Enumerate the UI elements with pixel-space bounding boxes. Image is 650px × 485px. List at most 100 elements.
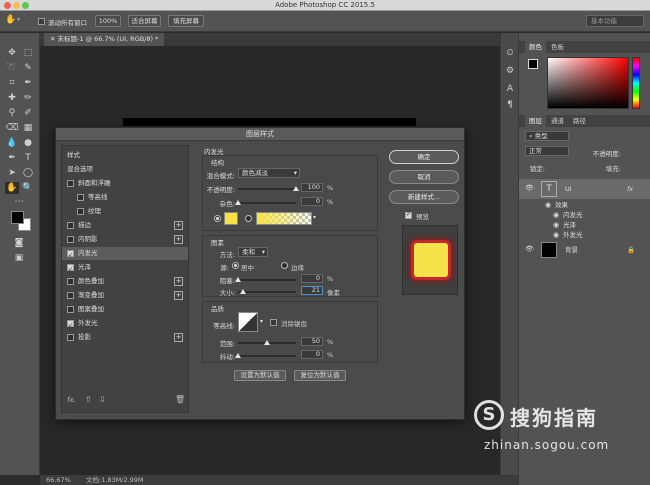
workspace-select[interactable]: 基本功能 xyxy=(586,15,644,27)
tab-paths[interactable]: 路径 xyxy=(569,115,590,127)
fx-menu-icon[interactable]: fx. xyxy=(67,396,76,404)
chevron-down-icon[interactable]: ▾ xyxy=(313,214,316,221)
new-style-button[interactable]: 新建样式... xyxy=(389,190,459,204)
chevron-down-icon[interactable]: ▾ xyxy=(17,16,20,23)
path-select-tool-icon[interactable]: ➤ xyxy=(5,167,19,179)
scroll-all-windows-checkbox[interactable] xyxy=(38,18,45,25)
style-checkbox[interactable] xyxy=(77,194,84,201)
style-checkbox[interactable] xyxy=(67,306,74,313)
choke-slider-knob[interactable] xyxy=(235,277,241,282)
type-tool-icon[interactable]: T xyxy=(21,152,35,164)
fx-icon[interactable]: fx xyxy=(627,183,633,196)
style-item-blending-options[interactable]: 混合选项 xyxy=(62,163,188,176)
jitter-slider[interactable] xyxy=(235,353,296,358)
marquee-tool-icon[interactable]: ⬚ xyxy=(21,47,35,59)
add-style-icon[interactable]: + xyxy=(174,333,183,342)
move-tool-icon[interactable]: ✥ xyxy=(5,47,19,59)
quick-mask-icon[interactable]: ◙ xyxy=(12,237,26,249)
range-slider[interactable] xyxy=(238,340,296,345)
style-item-inner-glow[interactable]: 内发光 xyxy=(62,247,188,262)
hand-tool-button-icon[interactable]: ✋ xyxy=(5,182,19,194)
style-checkbox[interactable] xyxy=(67,222,74,229)
move-up-icon[interactable]: ⇧ xyxy=(85,395,92,404)
pen-tool-icon[interactable]: ✒ xyxy=(5,152,19,164)
brush-tool-icon[interactable]: ✏ xyxy=(21,92,35,104)
opacity-slider[interactable] xyxy=(238,186,299,191)
style-item-satin[interactable]: 光泽 xyxy=(62,261,188,276)
cancel-button[interactable]: 取消 xyxy=(389,170,459,184)
history-brush-tool-icon[interactable]: ✐ xyxy=(21,107,35,119)
zoom-100-button[interactable]: 100% xyxy=(95,15,121,27)
fit-screen-button[interactable]: 适合屏幕 xyxy=(128,15,161,27)
style-checkbox[interactable] xyxy=(67,263,74,276)
style-item-drop-shadow[interactable]: 投影 + xyxy=(62,331,188,344)
opacity-input[interactable]: 100 xyxy=(301,183,323,192)
paragraph-panel-icon[interactable]: ¶ xyxy=(503,99,517,111)
noise-slider-knob[interactable] xyxy=(235,200,241,205)
eye-icon[interactable]: 👁 xyxy=(525,182,534,195)
style-item-pattern-overlay[interactable]: 图案叠加 xyxy=(62,303,188,316)
more-tools-icon[interactable]: ⋯ xyxy=(12,196,26,208)
zoom-tool-icon[interactable]: 🔍 xyxy=(21,182,35,194)
layer-row-ui[interactable]: 👁 T UI fx xyxy=(519,179,650,199)
crop-tool-icon[interactable]: ⌗ xyxy=(5,77,19,89)
add-style-icon[interactable]: + xyxy=(174,277,183,286)
style-checkbox[interactable] xyxy=(67,334,74,341)
document-canvas[interactable] xyxy=(123,118,416,126)
move-down-icon[interactable]: ⇩ xyxy=(99,395,106,404)
eye-icon[interactable]: 👁 xyxy=(525,243,534,256)
tab-color[interactable]: 颜色 xyxy=(525,41,546,53)
style-item-texture[interactable]: 纹理 xyxy=(62,205,188,218)
glow-gradient-swatch[interactable] xyxy=(256,212,312,225)
document-tab[interactable]: ✕ 未标题-1 @ 66.7% (UI, RGB/8) * xyxy=(44,33,165,46)
choke-slider[interactable] xyxy=(235,277,296,282)
gradient-fill-radio[interactable] xyxy=(245,215,252,222)
eyedropper-tool-icon[interactable]: ✒ xyxy=(21,77,35,89)
layer-kind-filter[interactable]: ⌕ 类型 xyxy=(525,131,569,141)
jitter-input[interactable]: 0 xyxy=(301,350,323,359)
gradient-tool-icon[interactable]: ▦ xyxy=(21,122,35,134)
fill-screen-button[interactable]: 填充屏幕 xyxy=(168,15,204,27)
range-slider-knob[interactable] xyxy=(264,340,270,345)
chevron-down-icon[interactable]: ▾ xyxy=(260,318,263,325)
set-default-button[interactable]: 设置为默认值 xyxy=(234,370,286,381)
close-tab-icon[interactable]: ✕ xyxy=(50,35,58,43)
add-style-icon[interactable]: + xyxy=(174,291,183,300)
lasso-tool-icon[interactable]: ➰ xyxy=(5,62,19,74)
layer-blend-mode-select[interactable]: 正常 xyxy=(525,146,569,156)
quick-select-tool-icon[interactable]: ✎ xyxy=(21,62,35,74)
hand-tool-icon[interactable]: ✋ xyxy=(5,15,16,25)
trash-icon[interactable]: 🗑 xyxy=(175,395,185,404)
source-center-radio[interactable] xyxy=(232,262,239,269)
healing-tool-icon[interactable]: ✚ xyxy=(5,92,19,104)
method-select[interactable]: 柔和 ▾ xyxy=(238,247,268,257)
style-checkbox[interactable] xyxy=(67,319,74,332)
size-slider[interactable] xyxy=(238,289,296,294)
add-style-icon[interactable]: + xyxy=(174,235,183,244)
size-input[interactable]: 21 xyxy=(301,286,323,295)
anti-alias-checkbox[interactable] xyxy=(270,319,277,326)
source-edge-radio[interactable] xyxy=(281,262,288,269)
dodge-tool-icon[interactable]: ● xyxy=(21,137,35,149)
style-checkbox[interactable] xyxy=(77,208,84,215)
style-checkbox[interactable] xyxy=(67,180,74,187)
add-style-icon[interactable]: + xyxy=(174,221,183,230)
noise-slider[interactable] xyxy=(235,200,296,205)
blend-mode-select[interactable]: 颜色减淡 ▾ xyxy=(238,168,300,178)
properties-panel-icon[interactable]: ⚙ xyxy=(503,65,517,77)
tab-layers[interactable]: 图层 xyxy=(525,115,546,127)
style-item-outer-glow[interactable]: 外发光 xyxy=(62,317,188,332)
style-item-inner-shadow[interactable]: 内阴影 + xyxy=(62,233,188,246)
style-checkbox[interactable] xyxy=(67,278,74,285)
reset-default-button[interactable]: 复位为默认值 xyxy=(294,370,346,381)
style-item-gradient-overlay[interactable]: 渐变叠加 + xyxy=(62,289,188,302)
size-slider-knob[interactable] xyxy=(239,289,246,294)
shape-tool-icon[interactable]: ◯ xyxy=(21,167,35,179)
style-item-stroke[interactable]: 描边 + xyxy=(62,219,188,232)
blur-tool-icon[interactable]: 💧 xyxy=(5,137,19,149)
foreground-color-swatch[interactable] xyxy=(11,211,24,224)
ok-button[interactable]: 确定 xyxy=(389,150,459,164)
jitter-slider-knob[interactable] xyxy=(235,353,241,358)
range-input[interactable]: 50 xyxy=(301,337,323,346)
zoom-level[interactable]: 66.67% xyxy=(46,475,71,485)
